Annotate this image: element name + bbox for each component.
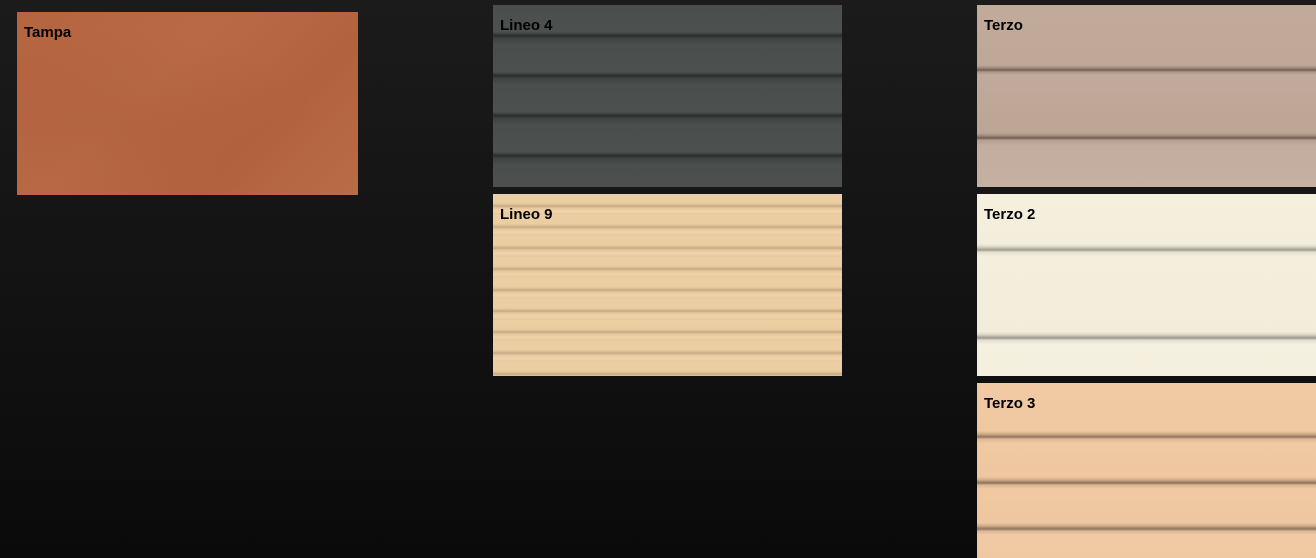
- swatch-tampa[interactable]: Tampa: [17, 12, 358, 195]
- swatch-label-terzo-2: Terzo 2: [984, 206, 1036, 223]
- swatch-label-terzo-3: Terzo 3: [984, 395, 1036, 412]
- swatch-lineo-9[interactable]: Lineo 9: [493, 194, 842, 376]
- swatch-terzo[interactable]: Terzo: [977, 5, 1316, 187]
- swatch-lineo-4[interactable]: Lineo 4: [493, 5, 842, 187]
- swatch-terzo-3[interactable]: Terzo 3: [977, 383, 1316, 558]
- swatch-label-lineo-4: Lineo 4: [500, 17, 553, 34]
- swatch-label-tampa: Tampa: [24, 24, 72, 41]
- swatch-label-lineo-9: Lineo 9: [500, 206, 553, 223]
- swatch-terzo-2[interactable]: Terzo 2: [977, 194, 1316, 376]
- swatch-label-terzo: Terzo: [984, 17, 1023, 34]
